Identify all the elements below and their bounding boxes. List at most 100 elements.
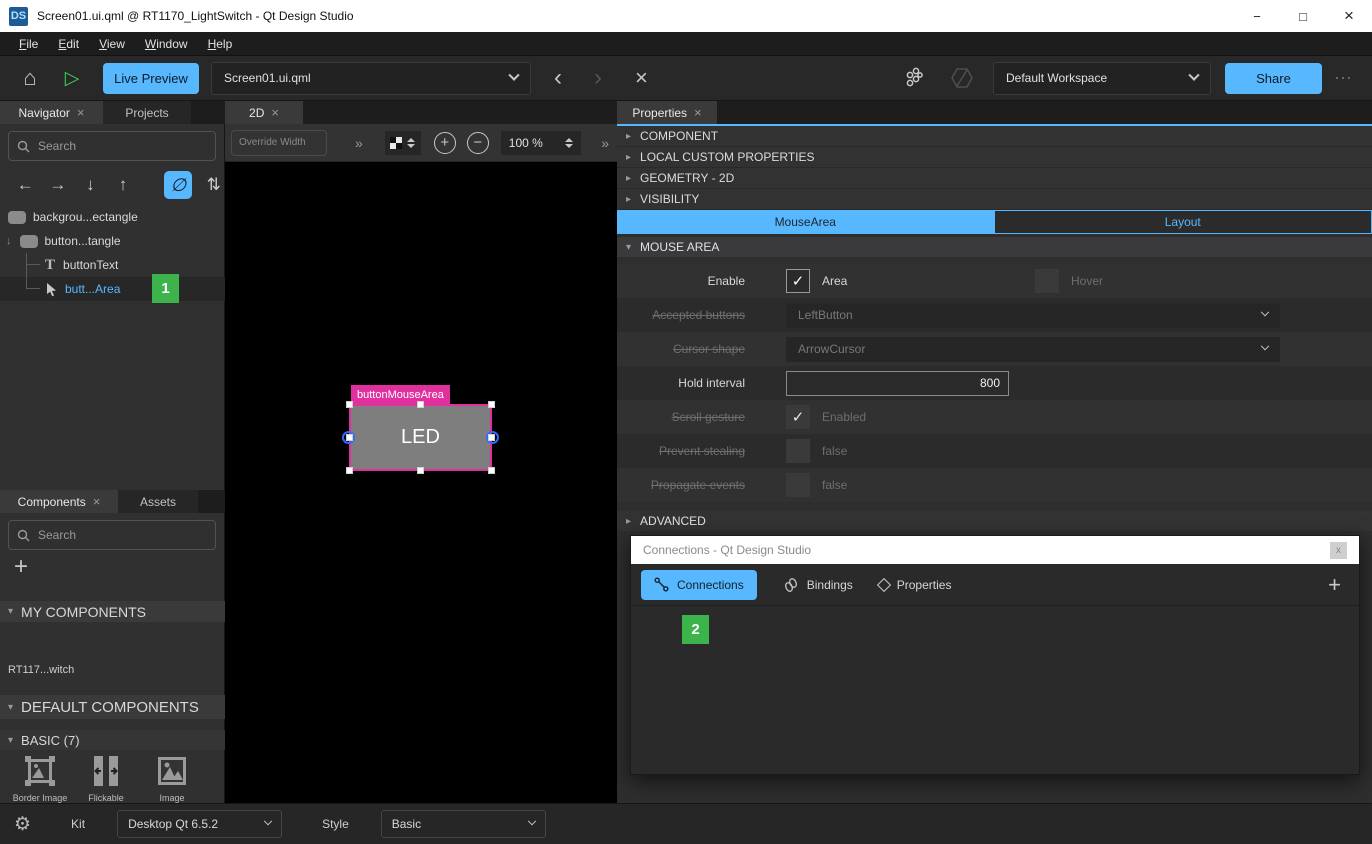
section-basic[interactable]: ▾ BASIC (7) — [0, 730, 225, 750]
section-local-custom-properties[interactable]: ▸ LOCAL CUSTOM PROPERTIES — [617, 147, 1372, 168]
area-checkbox[interactable]: ✓ — [786, 269, 810, 293]
close-tab-icon[interactable]: × — [77, 105, 85, 120]
navigator-search-input[interactable] — [38, 139, 178, 153]
collapse-icon: ▾ — [8, 735, 13, 746]
collapse-icon: ▾ — [626, 242, 631, 253]
tree-item-buttonmousearea[interactable]: butt...Area 1 — [0, 277, 225, 301]
maximize-button[interactable]: □ — [1280, 0, 1326, 32]
background-color-selector[interactable] — [385, 131, 421, 155]
connections-window-titlebar[interactable]: Connections - Qt Design Studio x — [631, 536, 1359, 564]
override-width-input[interactable] — [231, 130, 327, 156]
menu-edit[interactable]: Edit — [49, 34, 88, 54]
close-tab-icon[interactable]: × — [694, 105, 702, 120]
resize-handle[interactable] — [346, 467, 353, 474]
menu-view[interactable]: View — [90, 34, 134, 54]
expand-arrow-icon[interactable]: ↓ — [6, 235, 12, 247]
tab-2d[interactable]: 2D × — [225, 101, 303, 124]
run-play-icon[interactable]: ▷ — [55, 67, 89, 90]
live-preview-button[interactable]: Live Preview — [103, 63, 199, 94]
close-button[interactable]: × — [1326, 0, 1372, 32]
more-options-icon[interactable]: ⋯ — [1334, 68, 1354, 89]
overflow-chevrons-icon[interactable]: » — [601, 135, 609, 151]
navigator-search[interactable] — [8, 131, 216, 161]
add-connection-icon[interactable]: + — [1328, 572, 1341, 598]
component-rt1170-lightswitch[interactable]: RT117...witch — [8, 664, 74, 676]
close-tab-icon[interactable]: × — [271, 105, 279, 120]
zoom-level-selector[interactable]: 100 % — [501, 131, 581, 155]
hover-checkbox[interactable] — [1035, 269, 1059, 293]
tab-properties[interactable]: Properties × — [617, 101, 717, 124]
zoom-in-button[interactable]: + — [434, 132, 456, 154]
move-left-icon[interactable]: ← — [14, 175, 37, 195]
accepted-buttons-dropdown[interactable]: LeftButton — [786, 303, 1280, 328]
scroll-gesture-checkbox[interactable]: ✓ — [786, 405, 810, 429]
resize-handle[interactable] — [417, 401, 424, 408]
tree-item-button-rectangle[interactable]: ↓ button...tangle — [0, 229, 225, 253]
section-my-components[interactable]: ▾ MY COMPONENTS — [0, 601, 225, 622]
home-icon[interactable]: ⌂ — [13, 65, 47, 91]
section-component[interactable]: ▸ COMPONENT — [617, 126, 1372, 147]
section-geometry-2d[interactable]: ▸ GEOMETRY - 2D — [617, 168, 1372, 189]
section-mouse-area[interactable]: ▾ MOUSE AREA — [617, 237, 1372, 257]
tree-item-background-rectangle[interactable]: backgrou...ectangle — [0, 205, 225, 229]
component-border-image[interactable]: Border Image — [18, 753, 62, 803]
subtab-mousearea[interactable]: MouseArea — [617, 210, 994, 234]
move-down-icon[interactable]: ↓ — [79, 175, 102, 195]
resize-handle[interactable] — [488, 401, 495, 408]
cursor-shape-dropdown[interactable]: ArrowCursor — [786, 337, 1280, 362]
menu-file[interactable]: File — [10, 34, 47, 54]
zoom-out-button[interactable]: − — [467, 132, 489, 154]
back-icon[interactable]: ‹ — [547, 64, 569, 92]
tab-properties-bindings[interactable]: Properties — [879, 578, 952, 592]
reverse-order-icon[interactable]: ⇅ — [202, 175, 225, 195]
edit-annotation-icon[interactable] — [949, 65, 975, 91]
connections-tabbar: Connections Bindings Properties + — [631, 564, 1359, 606]
resize-handle[interactable] — [417, 467, 424, 474]
tab-assets[interactable]: Assets — [118, 490, 198, 513]
design-canvas[interactable]: buttonMouseArea LED — [225, 162, 617, 803]
move-right-icon[interactable]: → — [47, 175, 70, 195]
components-search[interactable] — [8, 520, 216, 550]
share-button[interactable]: Share — [1225, 63, 1322, 94]
overflow-chevrons-icon[interactable]: » — [355, 135, 363, 151]
tab-bindings[interactable]: Bindings — [783, 577, 853, 593]
hold-interval-input[interactable] — [786, 371, 1009, 396]
app-icon: DS — [9, 7, 28, 26]
tab-components[interactable]: Components × — [0, 490, 118, 513]
menu-window[interactable]: Window — [136, 34, 197, 54]
minimize-button[interactable]: − — [1234, 0, 1280, 32]
resize-handle[interactable] — [346, 434, 353, 441]
components-search-input[interactable] — [38, 528, 178, 542]
close-icon[interactable]: x — [1330, 542, 1347, 559]
resize-handle[interactable] — [488, 434, 495, 441]
show-invisible-toggle[interactable]: ∅ — [164, 171, 192, 199]
prevent-stealing-checkbox[interactable] — [786, 439, 810, 463]
tab-projects[interactable]: Projects — [103, 101, 191, 124]
file-selector-dropdown[interactable]: Screen01.ui.qml — [211, 62, 531, 95]
add-module-icon[interactable]: + — [14, 553, 28, 581]
rectangle-icon — [20, 235, 38, 248]
component-flickable[interactable]: Flickable — [84, 753, 128, 803]
section-default-components[interactable]: ▾ DEFAULT COMPONENTS — [0, 695, 225, 719]
forward-icon[interactable]: › — [587, 64, 609, 92]
resize-handle[interactable] — [346, 401, 353, 408]
move-up-icon[interactable]: ↑ — [112, 175, 135, 195]
annotations-nodes-icon[interactable] — [903, 66, 927, 90]
gear-icon[interactable]: ⚙ — [14, 813, 31, 836]
workspace-dropdown[interactable]: Default Workspace — [993, 62, 1211, 95]
propagate-events-checkbox[interactable] — [786, 473, 810, 497]
subtab-layout[interactable]: Layout — [994, 210, 1372, 234]
spinner-icon — [565, 138, 573, 148]
menu-help[interactable]: Help — [199, 34, 242, 54]
close-tab-icon[interactable]: × — [93, 494, 101, 509]
close-document-icon[interactable]: × — [635, 65, 648, 91]
component-image[interactable]: Image — [150, 753, 194, 803]
section-advanced[interactable]: ▸ ADVANCED — [617, 511, 1372, 531]
section-visibility[interactable]: ▸ VISIBILITY — [617, 189, 1372, 210]
tab-connections[interactable]: Connections — [641, 570, 757, 600]
resize-handle[interactable] — [488, 467, 495, 474]
tab-navigator[interactable]: Navigator × — [0, 101, 103, 124]
led-button-component[interactable]: LED — [349, 404, 492, 471]
style-dropdown[interactable]: Basic — [381, 810, 546, 838]
kit-dropdown[interactable]: Desktop Qt 6.5.2 — [117, 810, 282, 838]
